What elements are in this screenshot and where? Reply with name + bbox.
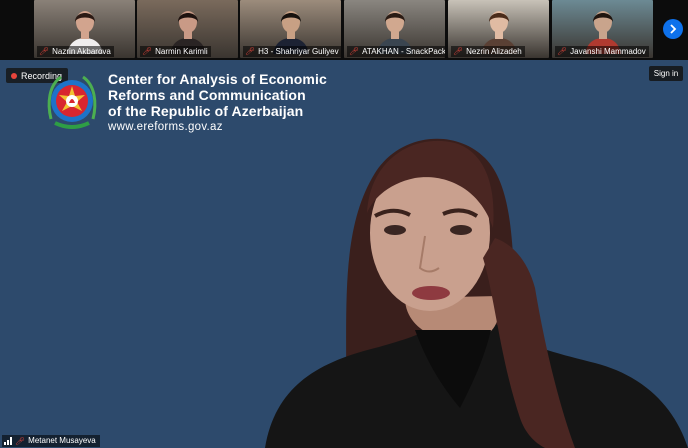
org-line-1: Center for Analysis of Economic (108, 71, 327, 87)
mic-off-icon: 🎤︎ (557, 47, 568, 56)
participant-tile[interactable]: 🎤︎ ATAKHAN - SnackPack (344, 0, 445, 58)
org-line-2: Reforms and Communication (108, 87, 306, 103)
mic-off-icon: 🎤︎ (39, 47, 50, 56)
speaker-name: Metanet Musayeva (28, 436, 96, 445)
mic-off-icon: 🎤︎ (15, 436, 26, 446)
speaker-video (265, 138, 688, 448)
participant-tile[interactable]: 🎤︎ Nazrin Akbarova (34, 0, 135, 58)
mic-off-icon: 🎤︎ (142, 47, 153, 56)
organization-title: Center for Analysis of Economic Reforms … (108, 71, 327, 119)
participant-name: Javanshi Mammadov (570, 47, 646, 56)
mic-off-icon: 🎤︎ (453, 47, 464, 56)
participant-name-tag: 🎤︎ Nazrin Akbarova (37, 46, 114, 57)
mic-off-icon: 🎤︎ (349, 47, 360, 56)
participant-tile[interactable]: 🎤︎ Javanshi Mammadov (552, 0, 653, 58)
next-page-button[interactable] (663, 19, 683, 39)
signal-bars-icon (4, 437, 12, 445)
participant-name: H3 - Shahriyar Guliyev (258, 47, 339, 56)
participant-name: Nezrin Alizadeh (466, 47, 522, 56)
participant-tile[interactable]: 🎤︎ Nezrin Alizadeh (448, 0, 549, 58)
participant-name-tag: 🎤︎ Nezrin Alizadeh (451, 46, 525, 57)
participant-strip: 🎤︎ Nazrin Akbarova 🎤︎ Narmin Karimli 🎤︎ H3 - … (0, 0, 688, 60)
mic-off-icon: 🎤︎ (245, 47, 256, 56)
record-icon (11, 72, 17, 79)
participant-name-tag: 🎤︎ Javanshi Mammadov (555, 46, 649, 57)
participant-tile[interactable]: 🎤︎ H3 - Shahriyar Guliyev (240, 0, 341, 58)
chevron-right-icon (670, 24, 677, 34)
speaker-name-tag: 🎤︎ Metanet Musayeva (2, 435, 100, 447)
participant-name: Narmin Karimli (155, 47, 208, 56)
participant-name-tag: 🎤︎ Narmin Karimli (140, 46, 211, 57)
org-line-3: of the Republic of Azerbaijan (108, 103, 304, 119)
participant-name-tag: 🎤︎ H3 - Shahriyar Guliyev (243, 46, 341, 57)
organization-url: www.ereforms.gov.az (108, 121, 223, 133)
participant-name: ATAKHAN - SnackPack (362, 47, 445, 56)
emblem-logo (47, 75, 97, 129)
active-speaker-view: Recording Sign in Center for Analysis of… (0, 60, 688, 448)
participant-name: Nazrin Akbarova (52, 47, 111, 56)
participant-tile[interactable]: 🎤︎ Narmin Karimli (137, 0, 238, 58)
participant-name-tag: 🎤︎ ATAKHAN - SnackPack (347, 46, 445, 57)
sign-in-button[interactable]: Sign in (649, 66, 683, 81)
